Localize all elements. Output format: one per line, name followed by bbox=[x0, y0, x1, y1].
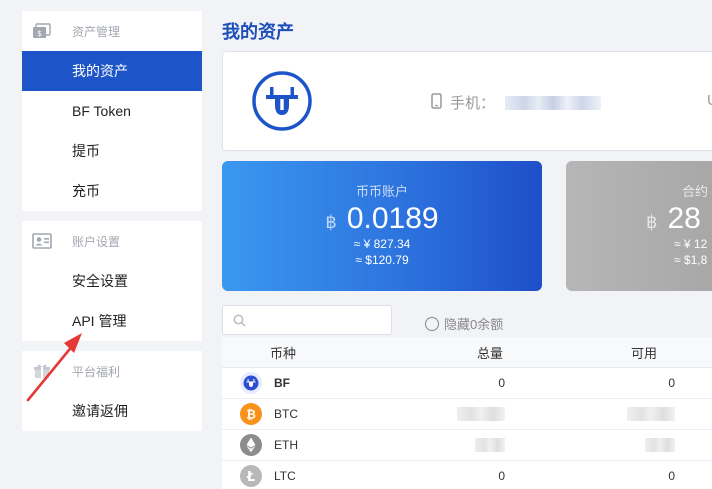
wallet-icon: $ bbox=[32, 23, 52, 39]
sidebar-item-security[interactable]: 安全设置 bbox=[22, 261, 202, 301]
hide-zero-toggle[interactable]: 隐藏0余额 bbox=[425, 314, 503, 333]
card-title: 币币账户 bbox=[355, 184, 408, 199]
usd-value: ≈ $120.79 bbox=[355, 253, 409, 267]
usd-value: ≈ $1,8 bbox=[674, 253, 708, 267]
phone-icon bbox=[431, 92, 442, 113]
header-available: 可用 bbox=[630, 345, 657, 361]
cny-value: ≈ ¥ 827.34 bbox=[353, 237, 411, 251]
svg-text:$: $ bbox=[37, 29, 42, 38]
table-header: 币种 总量 可用 bbox=[222, 337, 712, 368]
search-icon bbox=[233, 314, 246, 332]
asset-table: 币种 总量 可用 BF 0 0 ₿ BTC ETH Ł LTC 0 0 bbox=[222, 337, 712, 489]
card-title: 合约 bbox=[682, 184, 709, 199]
cny-value: ≈ ¥ 12 bbox=[674, 237, 708, 251]
bf-coin-icon bbox=[240, 372, 262, 394]
sidebar-item-bf-token[interactable]: BF Token bbox=[22, 91, 202, 131]
sidebar-item-deposit[interactable]: 充币 bbox=[22, 171, 202, 211]
table-row: Ł LTC 0 0 bbox=[222, 461, 712, 489]
balance-value: 28 bbox=[667, 202, 701, 235]
total-value: 0 bbox=[498, 469, 505, 483]
btc-symbol: ฿ bbox=[646, 212, 658, 232]
search-input[interactable] bbox=[253, 310, 383, 330]
hide-zero-label: 隐藏0余额 bbox=[444, 317, 504, 332]
header-total: 总量 bbox=[476, 345, 503, 361]
sidebar-group-account: 账户设置 安全设置 API 管理 bbox=[22, 221, 202, 341]
phone-label: 手机： bbox=[450, 95, 496, 112]
ltc-coin-icon: Ł bbox=[240, 465, 262, 487]
card-balance: ฿ 0.0189 bbox=[222, 202, 542, 236]
total-value-masked bbox=[402, 407, 505, 422]
sidebar-group-assets: $ 资产管理 我的资产 BF Token 提币 充币 bbox=[22, 11, 202, 211]
card-balance: ฿ 28 bbox=[646, 202, 708, 236]
eth-coin-icon bbox=[240, 434, 262, 456]
brand-logo-icon bbox=[252, 71, 312, 131]
btc-symbol: ฿ bbox=[325, 212, 337, 232]
available-value: 0 bbox=[668, 469, 675, 483]
uid-label: U bbox=[707, 92, 712, 109]
available-value-masked bbox=[505, 438, 675, 453]
coin-name: BTC bbox=[274, 407, 298, 421]
radio-icon[interactable] bbox=[425, 316, 439, 331]
sidebar-group-header: $ 资产管理 bbox=[22, 11, 202, 51]
sidebar-group-header: 账户设置 bbox=[22, 221, 202, 261]
table-row: ETH bbox=[222, 430, 712, 461]
table-row: BF 0 0 bbox=[222, 368, 712, 399]
phone-number-masked bbox=[505, 95, 602, 110]
sidebar-group-title: 账户设置 bbox=[72, 234, 121, 249]
annotation-arrow bbox=[26, 333, 82, 402]
contract-account-card[interactable]: 合约 ฿ 28 ≈ ¥ 12 ≈ $1,8 bbox=[566, 161, 712, 291]
sidebar-group-title: 资产管理 bbox=[72, 24, 121, 39]
available-value-masked bbox=[505, 407, 675, 422]
page-title: 我的资产 bbox=[222, 22, 294, 42]
id-card-icon bbox=[32, 233, 52, 249]
header-coin: 币种 bbox=[270, 345, 297, 361]
total-value-masked bbox=[402, 438, 505, 453]
svg-text:Ł: Ł bbox=[246, 470, 255, 483]
coin-name: LTC bbox=[274, 469, 296, 483]
profile-card: 手机： U bbox=[222, 51, 712, 151]
sidebar-item-withdraw[interactable]: 提币 bbox=[22, 131, 202, 171]
total-value: 0 bbox=[498, 376, 505, 390]
balance-value: 0.0189 bbox=[346, 202, 439, 235]
phone-info: 手机： bbox=[431, 92, 602, 113]
coin-search bbox=[222, 305, 392, 335]
spot-account-card[interactable]: 币币账户 ฿ 0.0189 ≈ ¥ 827.34 ≈ $120.79 bbox=[222, 161, 542, 291]
btc-coin-icon: ₿ bbox=[240, 403, 262, 425]
coin-name: BF bbox=[274, 376, 290, 390]
sidebar-item-my-assets[interactable]: 我的资产 bbox=[22, 51, 202, 91]
table-row: ₿ BTC bbox=[222, 399, 712, 430]
available-value: 0 bbox=[668, 376, 675, 390]
coin-name: ETH bbox=[274, 438, 298, 452]
svg-text:₿: ₿ bbox=[246, 408, 256, 422]
